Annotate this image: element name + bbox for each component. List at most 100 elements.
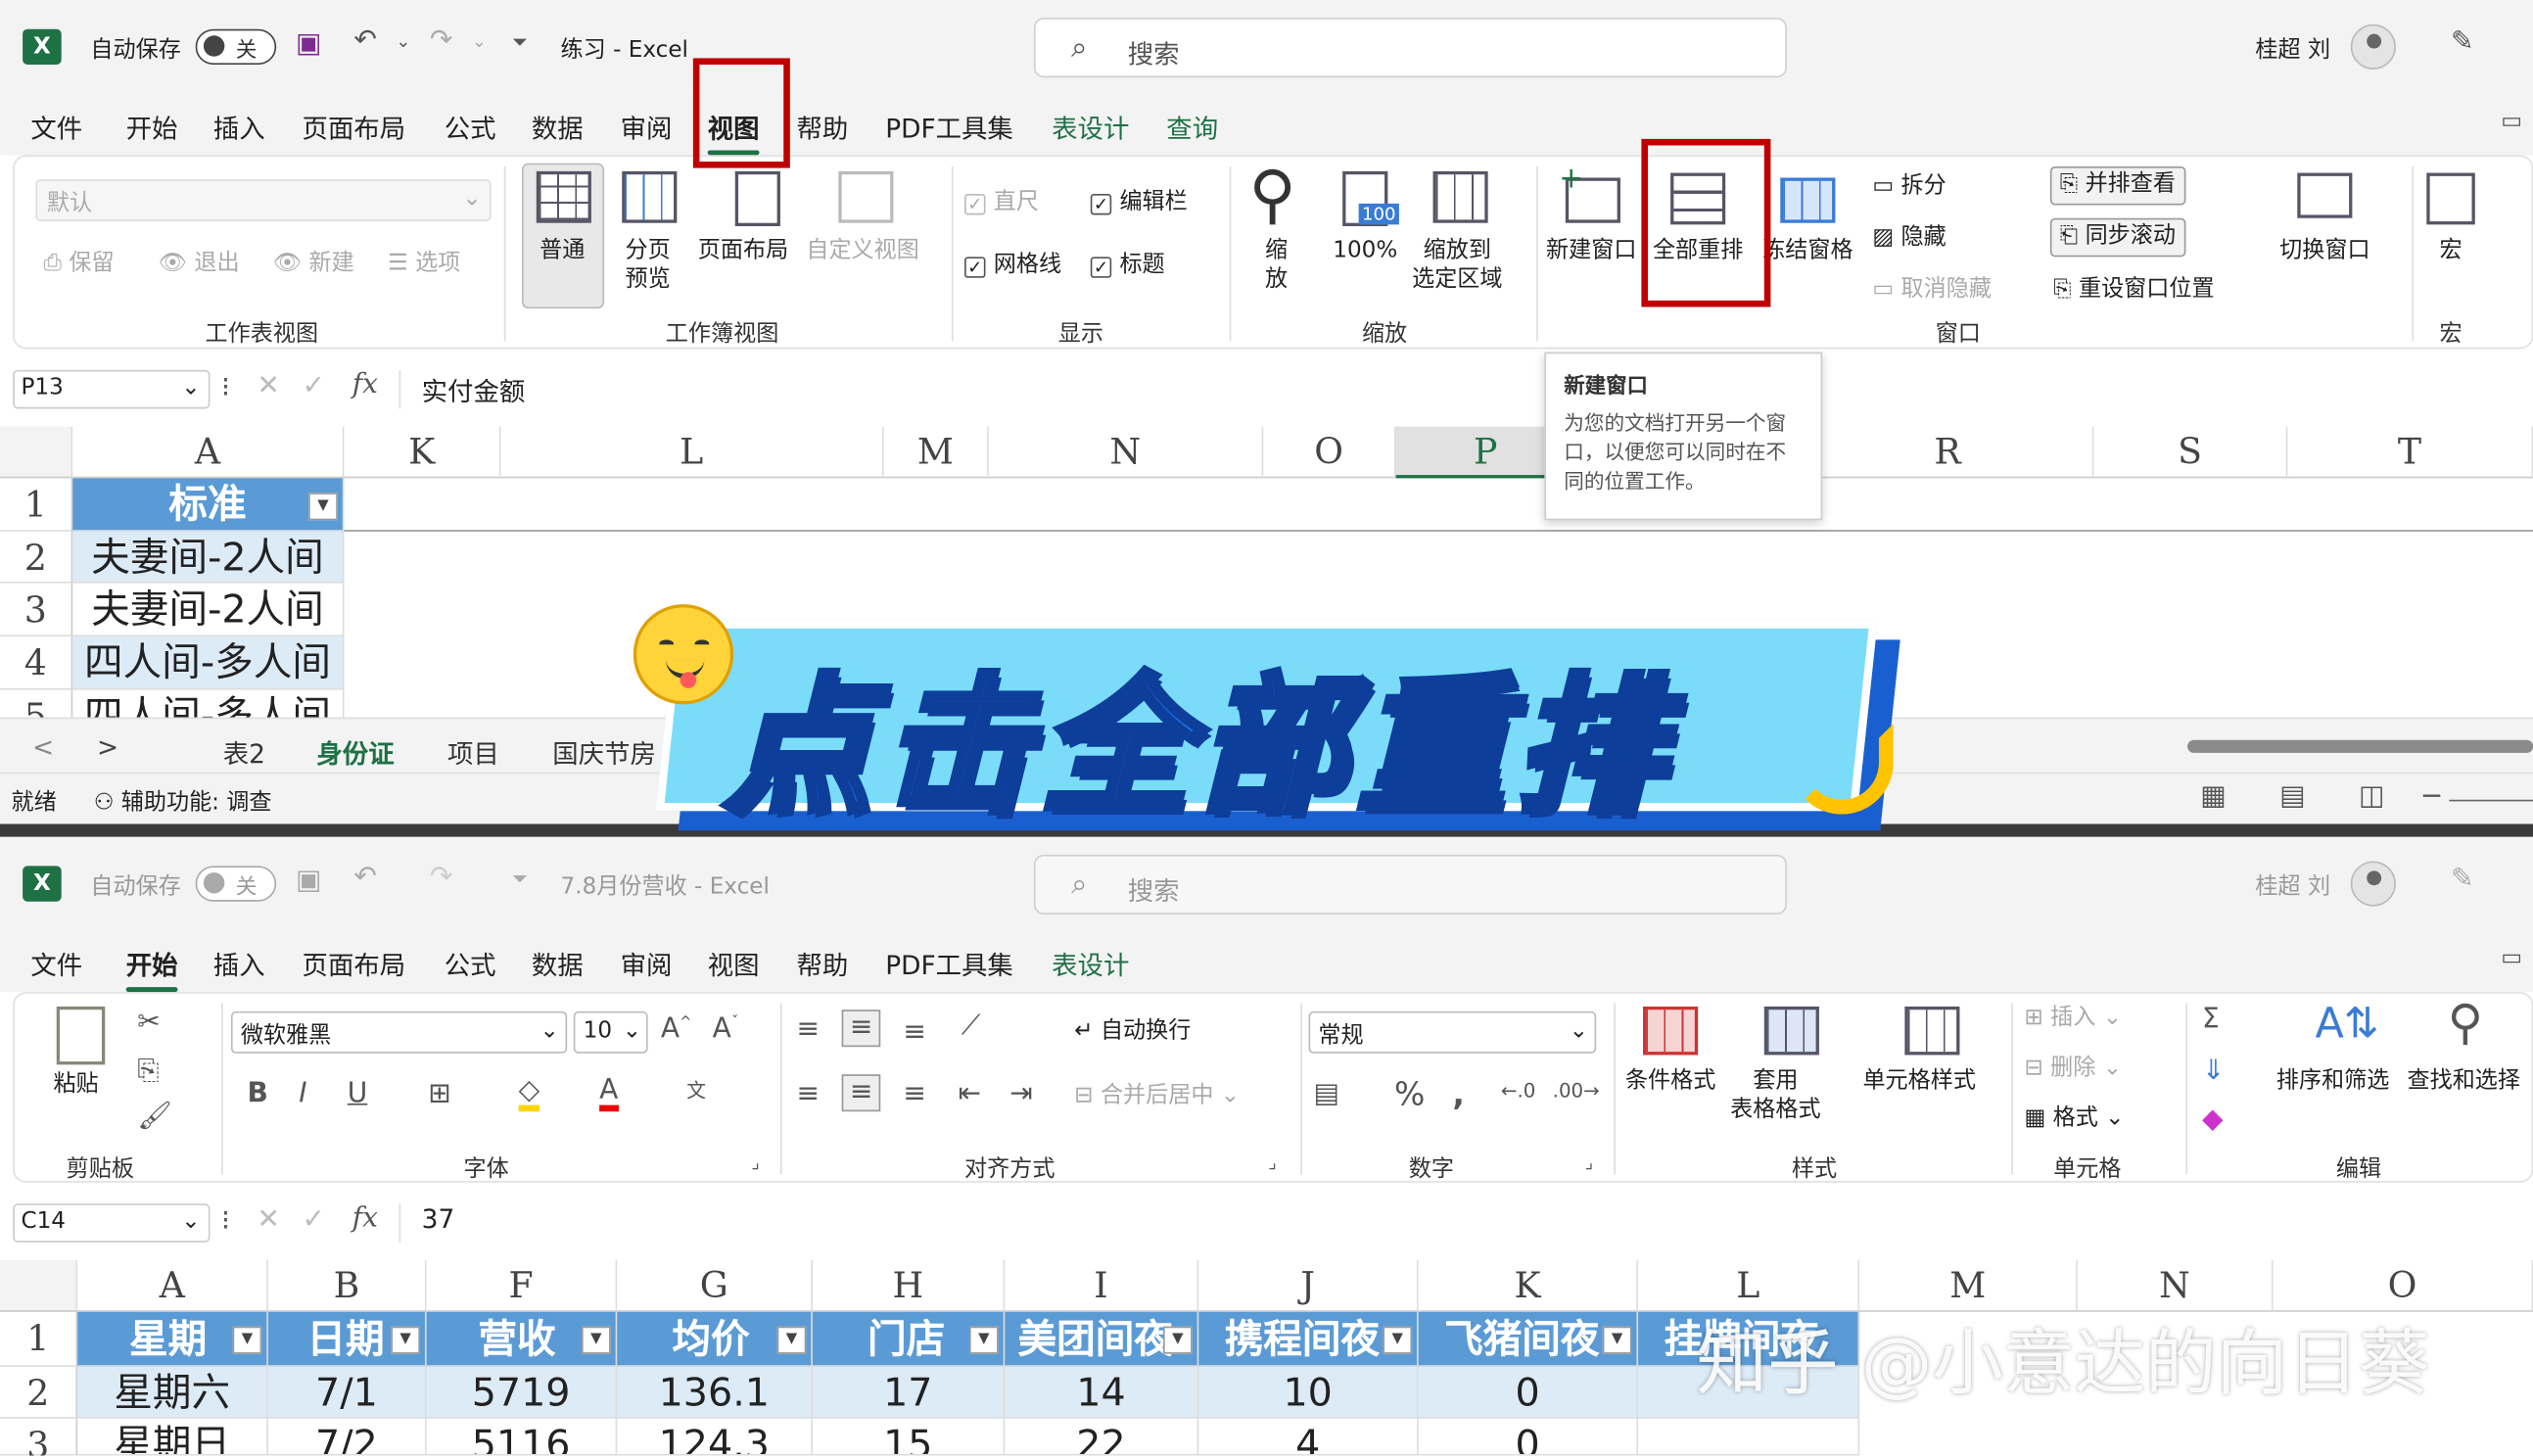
bold-icon[interactable]: B [247,1080,267,1108]
insert-cells-button[interactable]: ⊞ 插入 ⌄ [2024,1005,2122,1033]
zoom-to-selection-button[interactable]: 缩放到 选定区域 [1412,238,1502,295]
tab-table-design[interactable]: 表设计 [1052,107,1129,146]
macro-button[interactable]: 宏 [2440,238,2463,266]
increase-decimal-icon[interactable]: ←.0 [1501,1081,1536,1101]
undo-dropdown-icon[interactable]: ⌄ [396,32,410,50]
tab-file[interactable]: 文件 [30,944,82,983]
row-header[interactable]: 1 [0,478,73,532]
freeze-panes-button[interactable]: 冻结窗格 [1762,238,1853,266]
column-header[interactable]: L [500,426,884,479]
tab-home[interactable]: 开始 [125,944,178,993]
row-header[interactable]: 3 [0,1418,78,1456]
reset-window-position-button[interactable]: ⎘ 重设窗口位置 [2053,276,2214,305]
column-header[interactable]: L [1638,1260,1860,1312]
table-cell[interactable]: 7/2 [267,1418,427,1456]
table-header-cell[interactable]: 飞猪间夜 ▼ [1418,1311,1639,1367]
column-header[interactable]: J [1198,1260,1419,1312]
number-dialog-launcher-icon[interactable]: ⌟ [1585,1153,1594,1171]
column-header[interactable]: A [77,1260,268,1312]
select-all-corner[interactable] [0,1260,78,1312]
fill-color-icon[interactable]: ◇ [518,1077,540,1112]
comments-icon[interactable]: ▭ [2501,947,2522,969]
tab-pdf-tools[interactable]: PDF工具集 [885,944,1013,983]
insert-function-icon[interactable]: fx [352,1202,378,1235]
row-header[interactable]: 2 [0,531,73,584]
undo-icon[interactable]: ↶ [353,864,377,892]
tab-page-layout[interactable]: 页面布局 [303,944,406,983]
page-break-preview-button[interactable]: 分页 预览 [626,238,671,295]
tab-scroll-right-icon[interactable]: > [97,731,118,762]
column-header[interactable]: R [1803,426,2094,479]
undo-icon[interactable]: ↶ [353,26,377,55]
cancel-icon[interactable]: ✕ [257,1203,280,1236]
column-header[interactable]: I [1005,1260,1199,1312]
redo-dropdown-icon[interactable]: ⌄ [472,32,487,50]
tab-formulas[interactable]: 公式 [445,944,496,983]
find-select-button[interactable]: 查找和选择 [2408,1068,2521,1097]
formula-input[interactable]: 实付金额 [399,369,2533,409]
table-header-cell[interactable]: 营收 ▼ [426,1311,618,1367]
align-center-icon[interactable]: ≡ [841,1074,881,1112]
column-header[interactable]: A [72,426,345,479]
table-header-cell[interactable]: 标准 ▼ [72,478,345,532]
tab-review[interactable]: 审阅 [621,944,673,983]
sheet-view-select[interactable]: 默认 ⌄ [35,179,492,222]
user-avatar[interactable] [2350,23,2396,70]
cut-icon[interactable]: ✂ [137,1009,161,1037]
format-as-table-button[interactable]: 套用 表格格式 [1730,1068,1820,1125]
tab-table-design[interactable]: 表设计 [1052,944,1129,983]
column-header[interactable]: H [812,1260,1006,1312]
font-size-select[interactable]: 10 ⌄ [573,1010,648,1054]
sheet-tab[interactable]: 国庆节房 [552,731,656,771]
comma-style-icon[interactable]: , [1452,1078,1465,1110]
column-header[interactable]: O [1263,426,1396,479]
column-header[interactable]: K [1418,1260,1639,1312]
table-header-cell[interactable]: 日期 ▼ [267,1311,427,1367]
column-header[interactable]: S [2093,426,2288,479]
tab-insert[interactable]: 插入 [213,944,265,983]
tab-insert[interactable]: 插入 [213,107,265,146]
row-header[interactable]: 1 [0,1311,78,1367]
row-header[interactable]: 4 [0,636,73,690]
table-cell[interactable]: 4 [1198,1418,1419,1456]
table-header-cell[interactable]: 美团间夜 ▼ [1005,1311,1199,1367]
name-box[interactable]: P13 ⌄ [13,369,211,409]
table-cell[interactable]: 四人间-多人间 [72,636,345,690]
align-middle-icon[interactable]: ≡ [841,1010,881,1048]
tab-pdf-tools[interactable]: PDF工具集 [885,107,1013,146]
table-cell[interactable]: 22 [1005,1418,1199,1456]
format-painter-icon[interactable]: 🖌 [137,1103,172,1131]
table-cell[interactable]: 124.3 [617,1418,813,1456]
tab-page-layout[interactable]: 页面布局 [303,107,406,146]
row-header[interactable]: 2 [0,1366,78,1419]
decrease-font-icon[interactable]: Aˇ [713,1015,739,1044]
autosave-toggle[interactable]: 关 [195,866,277,902]
wrap-text-button[interactable]: ↵ 自动换行 [1074,1018,1191,1047]
alignment-dialog-launcher-icon[interactable]: ⌟ [1268,1153,1277,1171]
borders-icon[interactable]: ⊞ [428,1080,451,1108]
ruler-checkbox[interactable]: ✓ 直尺 [964,189,1039,217]
column-header[interactable]: O [2273,1260,2533,1312]
search-box[interactable]: ⌕ 搜索 [1034,18,1787,78]
merge-center-button[interactable]: ⊟ 合并后居中 ⌄ [1074,1083,1240,1111]
align-right-icon[interactable]: ≡ [903,1080,926,1108]
table-cell[interactable]: 夫妻间-2人间 [72,531,345,584]
split-button[interactable]: ▭ 拆分 [1872,173,1946,202]
zoom-slider[interactable] [2449,799,2533,802]
comments-icon[interactable]: ▭ [2501,110,2522,132]
page-layout-button[interactable]: 页面布局 [698,238,788,266]
align-top-icon[interactable]: ≡ [796,1015,820,1044]
align-left-icon[interactable]: ≡ [796,1080,820,1108]
table-cell[interactable]: 星期六 [77,1366,268,1419]
customize-qat-icon[interactable]: ⏷ [512,869,528,889]
delete-cells-button[interactable]: ⊟ 删除 ⌄ [2024,1055,2122,1083]
sheet-tab[interactable]: 表2 [223,731,265,771]
table-cell[interactable]: 0 [1418,1366,1639,1419]
fill-icon[interactable]: ⇓ [2202,1057,2226,1086]
keep-button[interactable]: ⎙ 保留 [44,251,115,279]
switch-window-button[interactable]: 切换窗口 [2279,238,2369,266]
tab-help[interactable]: 帮助 [796,944,848,983]
tab-data[interactable]: 数据 [532,944,584,983]
column-header[interactable]: T [2287,426,2533,479]
clear-icon[interactable]: ◆ [2202,1105,2224,1134]
